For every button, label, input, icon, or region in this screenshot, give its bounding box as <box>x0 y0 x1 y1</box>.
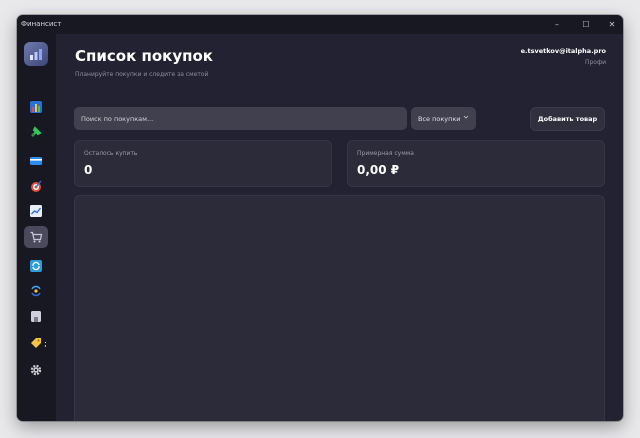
sidebar-item-shopping[interactable] <box>24 226 48 248</box>
sidebar-item-settings[interactable] <box>24 359 48 381</box>
estimated-sum-value: 0,00 ₽ <box>357 163 400 177</box>
target-icon <box>31 180 42 192</box>
credit-card-icon <box>30 157 42 165</box>
main-content: Список покупок Планируйте покупки и след… <box>56 34 623 421</box>
app-window: Финансист – ☐ ✕ ; Список покупок Планиру… <box>17 15 623 421</box>
sidebar: ; <box>17 34 56 421</box>
trend-chart-icon <box>30 205 42 217</box>
filter-select-value: Все покупки <box>418 114 461 123</box>
estimated-sum-card: Примерная сумма 0,00 ₽ <box>347 140 605 187</box>
sidebar-item-recurring[interactable] <box>24 255 48 277</box>
user-email[interactable]: e.tsvetkov@italpha.pro <box>521 47 606 55</box>
page-subtitle: Планируйте покупки и следите за сметой <box>75 71 209 78</box>
exchange-icon <box>31 285 41 297</box>
sidebar-item-analytics[interactable] <box>24 200 48 222</box>
remaining-label: Осталось купить <box>84 150 138 157</box>
user-plan-badge: Профи <box>584 59 606 66</box>
sidebar-item-goals[interactable] <box>24 175 48 197</box>
title-bar: Финансист – ☐ ✕ <box>17 15 623 34</box>
maximize-button[interactable]: ☐ <box>574 15 598 34</box>
sidebar-item-tags[interactable]: ; <box>24 332 52 354</box>
pin-icon <box>31 126 42 137</box>
close-button[interactable]: ✕ <box>600 15 623 34</box>
app-logo[interactable] <box>24 42 48 66</box>
sidebar-item-cards[interactable] <box>24 150 48 172</box>
sidebar-item-bank[interactable] <box>24 305 48 327</box>
shopping-cart-icon <box>30 231 43 243</box>
bank-icon <box>31 311 41 322</box>
search-input[interactable] <box>74 107 407 130</box>
bar-chart-icon <box>30 101 42 113</box>
logo-icon <box>30 49 42 60</box>
filter-select[interactable]: Все покупки <box>411 107 476 130</box>
sidebar-item-pinned[interactable] <box>24 121 48 143</box>
tag-suffix-text: ; <box>44 338 47 348</box>
shopping-list-panel <box>74 195 605 421</box>
tag-icon <box>31 338 42 348</box>
refresh-icon <box>30 260 42 272</box>
page-title: Список покупок <box>75 47 213 65</box>
remaining-value: 0 <box>84 163 93 177</box>
estimated-sum-label: Примерная сумма <box>357 150 414 157</box>
gear-icon <box>30 364 42 376</box>
sidebar-item-overview[interactable] <box>24 96 48 118</box>
add-item-button[interactable]: Добавить товар <box>530 107 605 131</box>
minimize-button[interactable]: – <box>545 15 569 34</box>
app-title: Финансист <box>21 20 62 28</box>
remaining-card: Осталось купить 0 <box>74 140 332 187</box>
sidebar-item-exchange[interactable] <box>24 280 48 302</box>
chevron-down-icon <box>463 115 469 119</box>
